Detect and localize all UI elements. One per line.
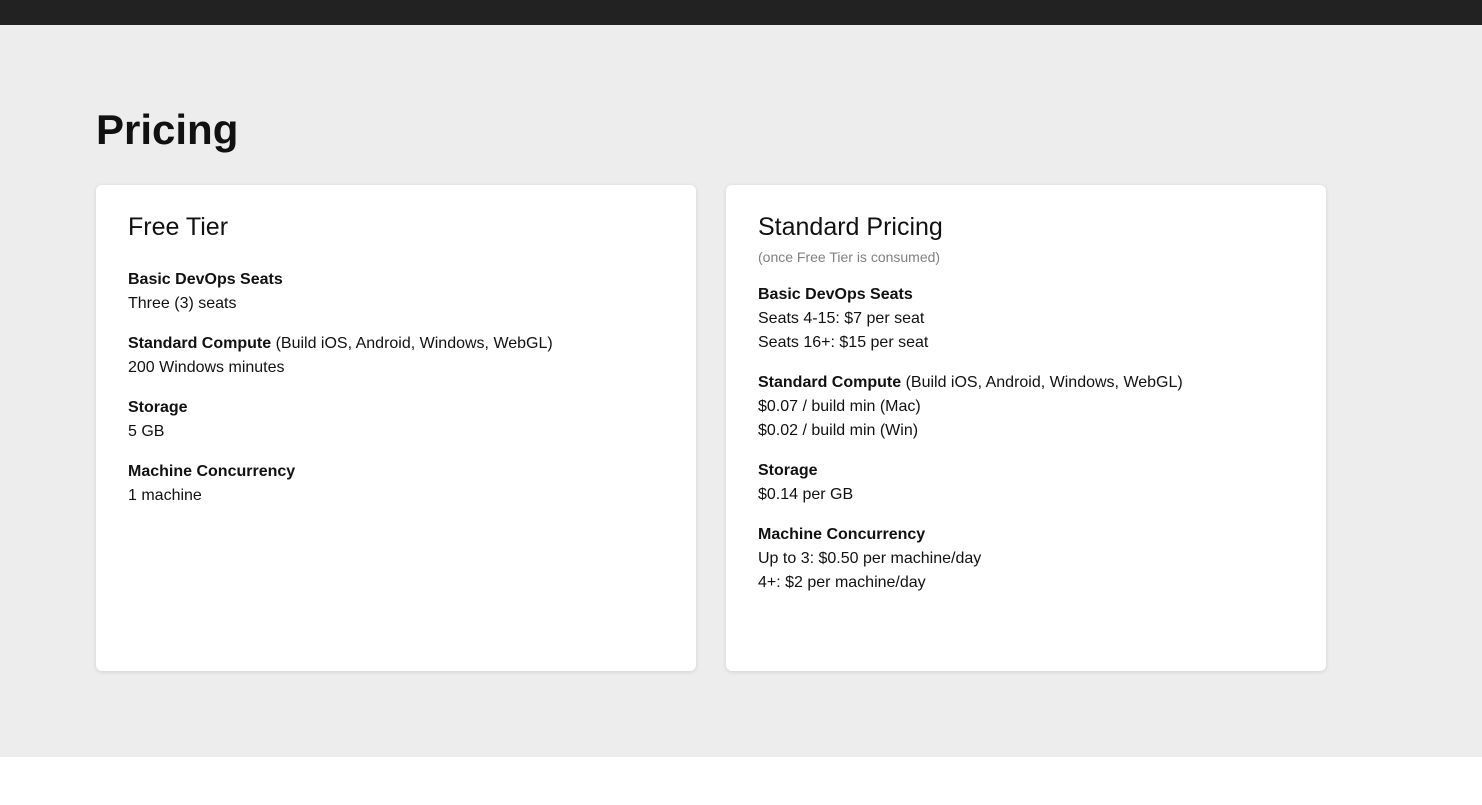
group-label-suffix: (Build iOS, Android, Windows, WebGL) <box>901 374 1183 391</box>
group-label: Storage <box>758 462 818 479</box>
card-title: Free Tier <box>128 213 229 241</box>
standard-pricing-card: Standard Pricing (once Free Tier is cons… <box>726 185 1326 671</box>
group-value: 200 Windows minutes <box>128 359 285 376</box>
group-label: Basic DevOps Seats <box>128 271 283 288</box>
group-label: Machine Concurrency <box>128 463 296 480</box>
group-value: Three (3) seats <box>128 295 237 312</box>
standard-seats-group: Basic DevOps Seats Seats 4-15: $7 per se… <box>758 283 1294 355</box>
standard-storage-group: Storage $0.14 per GB <box>758 459 1294 507</box>
group-label: Standard Compute <box>128 335 272 352</box>
free-seats-group: Basic DevOps Seats Three (3) seats <box>128 268 664 316</box>
top-nav-bar <box>0 0 1482 25</box>
group-label: Basic DevOps Seats <box>758 286 913 303</box>
card-subtitle: (once Free Tier is consumed) <box>758 249 941 265</box>
card-title: Standard Pricing <box>758 213 943 241</box>
page-title: Pricing <box>96 106 239 153</box>
standard-compute-group: Standard Compute (Build iOS, Android, Wi… <box>758 371 1294 443</box>
group-value: 1 machine <box>128 487 202 504</box>
group-value: Seats 4-15: $7 per seat <box>758 310 925 327</box>
free-tier-card: Free Tier Basic DevOps Seats Three (3) s… <box>96 185 696 671</box>
group-label: Storage <box>128 399 188 416</box>
group-value: 5 GB <box>128 423 165 440</box>
free-storage-group: Storage 5 GB <box>128 396 664 444</box>
group-label: Standard Compute <box>758 374 902 391</box>
free-concurrency-group: Machine Concurrency 1 machine <box>128 460 664 508</box>
group-value: $0.14 per GB <box>758 486 854 503</box>
group-label: Machine Concurrency <box>758 526 926 543</box>
group-value: $0.02 / build min (Win) <box>758 422 919 439</box>
group-value: Seats 16+: $15 per seat <box>758 334 929 351</box>
group-value: Up to 3: $0.50 per machine/day <box>758 550 982 567</box>
group-value: 4+: $2 per machine/day <box>758 574 926 591</box>
free-compute-group: Standard Compute (Build iOS, Android, Wi… <box>128 332 664 380</box>
standard-concurrency-group: Machine Concurrency Up to 3: $0.50 per m… <box>758 523 1294 595</box>
group-label-suffix: (Build iOS, Android, Windows, WebGL) <box>271 335 553 352</box>
group-value: $0.07 / build min (Mac) <box>758 398 921 415</box>
